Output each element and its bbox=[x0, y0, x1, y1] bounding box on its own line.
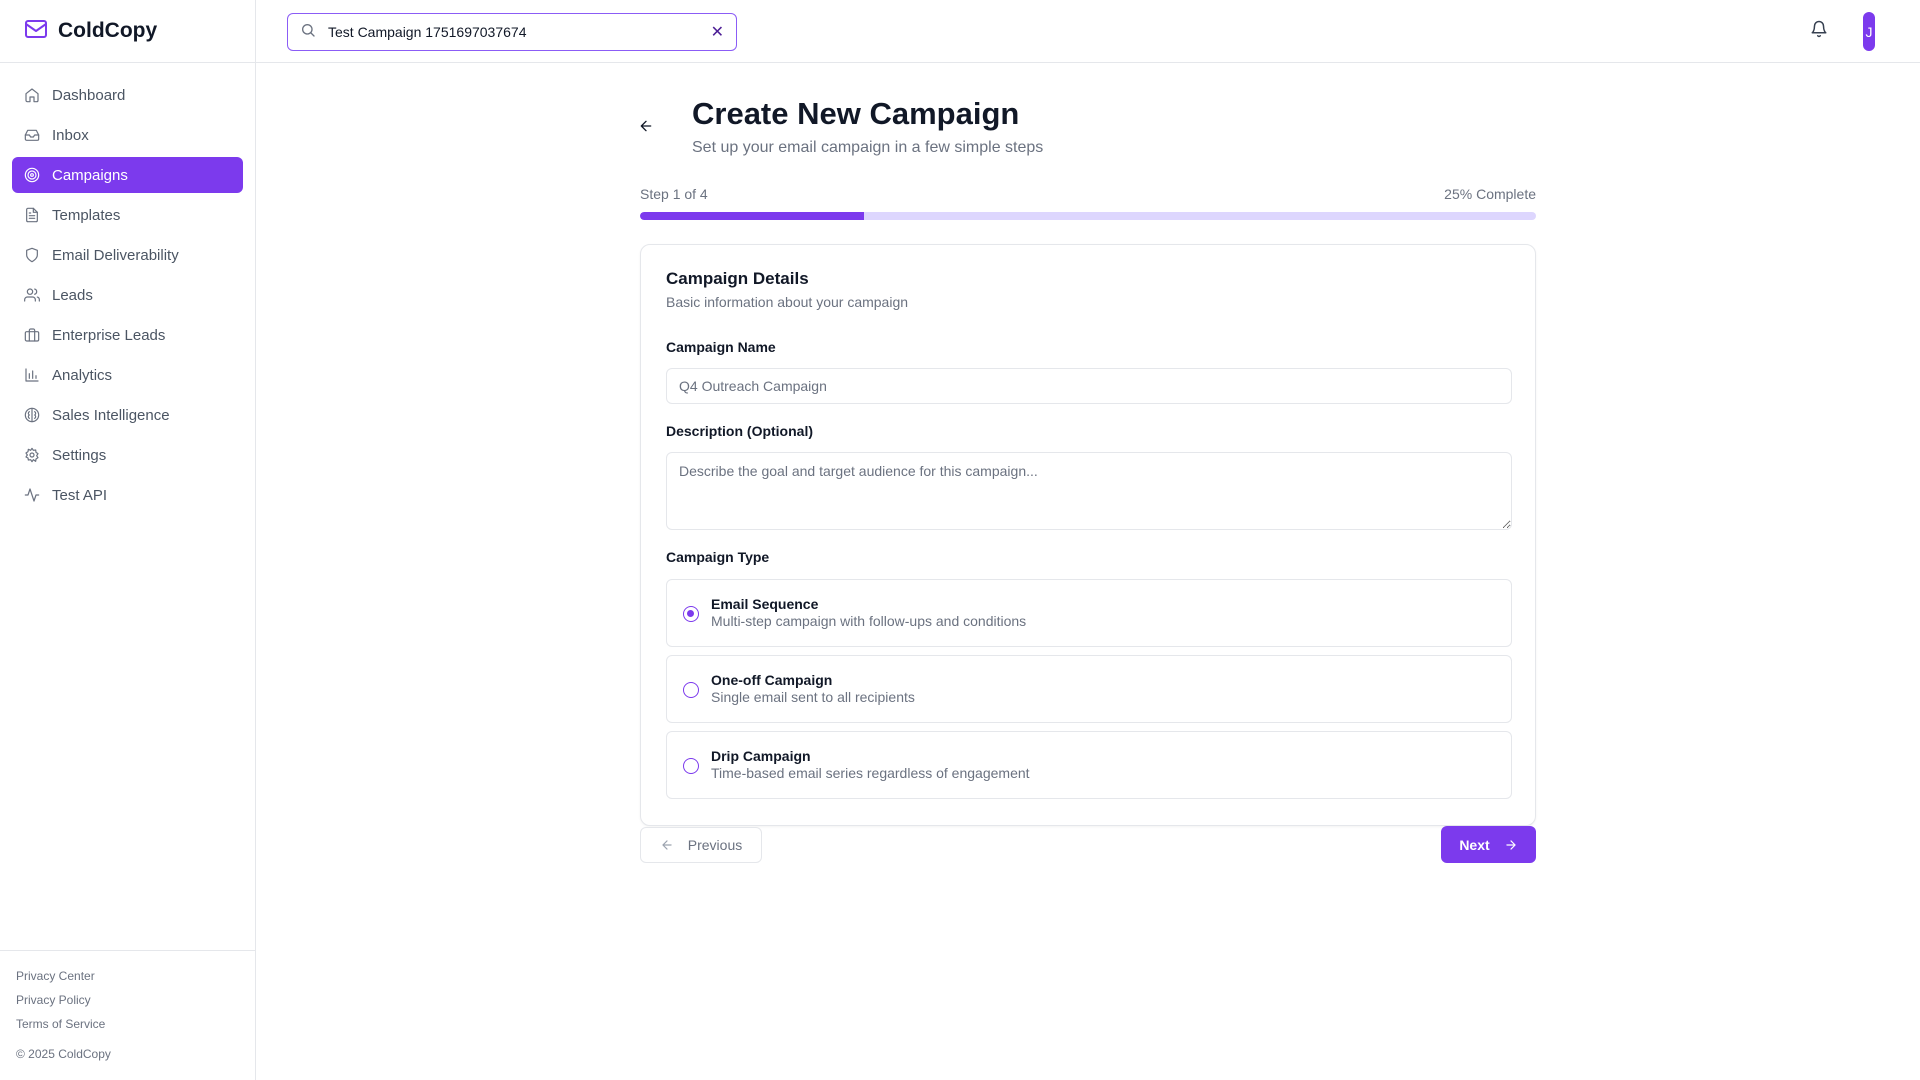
sidebar-item-email-deliverability[interactable]: Email Deliverability bbox=[12, 237, 243, 273]
page-title: Create New Campaign bbox=[692, 96, 1020, 131]
file-text-icon bbox=[26, 207, 38, 223]
brain-icon bbox=[24, 407, 40, 423]
mail-icon bbox=[24, 17, 48, 46]
terms-of-service-link[interactable]: Terms of Service bbox=[16, 1015, 255, 1039]
sidebar-item-test-api[interactable]: Test API bbox=[12, 477, 243, 513]
radio-button[interactable] bbox=[683, 682, 699, 698]
avatar[interactable]: J bbox=[1863, 12, 1875, 51]
option-title: One-off Campaign bbox=[711, 672, 833, 688]
top-bar: ✕ J bbox=[256, 0, 1920, 63]
campaign-details-card: Campaign Details Basic information about… bbox=[640, 244, 1536, 826]
sidebar-item-label: Dashboard bbox=[52, 86, 126, 104]
back-button[interactable] bbox=[638, 118, 662, 142]
campaign-type-option-drip[interactable]: Drip Campaign Time-based email series re… bbox=[666, 731, 1512, 799]
progress-bar bbox=[640, 212, 1536, 220]
sidebar-item-enterprise-leads[interactable]: Enterprise Leads bbox=[12, 317, 243, 353]
main-content: Create New Campaign Set up your email ca… bbox=[256, 64, 1920, 1080]
search-box: ✕ bbox=[287, 13, 737, 51]
previous-label: Previous bbox=[687, 837, 743, 853]
target-icon bbox=[24, 167, 40, 183]
option-description: Single email sent to all recipients bbox=[711, 689, 915, 705]
home-icon bbox=[25, 88, 39, 103]
sidebar-item-inbox[interactable]: Inbox bbox=[12, 117, 243, 153]
shield-icon bbox=[26, 247, 38, 263]
radio-button[interactable] bbox=[683, 606, 699, 622]
progress-fill bbox=[640, 212, 864, 220]
page-subtitle: Set up your email campaign in a few simp… bbox=[692, 139, 1044, 156]
campaign-type-label: Campaign Type bbox=[666, 549, 770, 565]
gear-icon bbox=[25, 447, 39, 463]
sidebar-nav: Dashboard Inbox Campaigns Templates Emai… bbox=[0, 63, 255, 513]
campaign-type-option-one-off[interactable]: One-off Campaign Single email sent to al… bbox=[666, 655, 1512, 723]
users-icon bbox=[24, 288, 40, 302]
progress-percent: 25% Complete bbox=[1444, 186, 1536, 202]
arrow-left-icon bbox=[662, 840, 672, 850]
privacy-center-link[interactable]: Privacy Center bbox=[16, 967, 255, 991]
sidebar-item-sales-intelligence[interactable]: Sales Intelligence bbox=[12, 397, 243, 433]
sidebar-item-analytics[interactable]: Analytics bbox=[12, 357, 243, 393]
next-label: Next bbox=[1459, 836, 1490, 853]
campaign-name-input[interactable] bbox=[666, 368, 1512, 404]
option-title: Drip Campaign bbox=[711, 748, 811, 764]
sidebar: ColdCopy Dashboard Inbox Campaigns Templ… bbox=[0, 0, 256, 1080]
progress-info: Step 1 of 4 25% Complete bbox=[640, 186, 1536, 204]
privacy-policy-link[interactable]: Privacy Policy bbox=[16, 991, 255, 1015]
sidebar-item-label: Sales Intelligence bbox=[52, 406, 170, 424]
next-button[interactable]: Next bbox=[1441, 826, 1536, 863]
card-title: Campaign Details bbox=[666, 269, 809, 288]
sidebar-item-label: Inbox bbox=[52, 126, 89, 144]
brand[interactable]: ColdCopy bbox=[0, 0, 255, 63]
bell-icon bbox=[1811, 20, 1827, 38]
activity-icon bbox=[24, 488, 40, 502]
description-label: Description (Optional) bbox=[666, 423, 813, 439]
campaign-type-option-email-sequence[interactable]: Email Sequence Multi-step campaign with … bbox=[666, 579, 1512, 647]
search-icon bbox=[300, 22, 316, 43]
sidebar-footer: Privacy Center Privacy Policy Terms of S… bbox=[0, 950, 255, 1080]
previous-button[interactable]: Previous bbox=[640, 827, 762, 863]
bar-chart-icon bbox=[25, 368, 39, 382]
campaign-name-label: Campaign Name bbox=[666, 339, 776, 355]
inbox-icon bbox=[24, 129, 40, 141]
sidebar-item-label: Email Deliverability bbox=[52, 246, 179, 264]
option-description: Time-based email series regardless of en… bbox=[711, 765, 1030, 781]
sidebar-item-settings[interactable]: Settings bbox=[12, 437, 243, 473]
clear-search-icon[interactable]: ✕ bbox=[711, 22, 724, 42]
sidebar-item-label: Test API bbox=[52, 486, 108, 504]
option-description: Multi-step campaign with follow-ups and … bbox=[711, 613, 1027, 629]
step-indicator: Step 1 of 4 bbox=[640, 186, 708, 202]
sidebar-item-label: Leads bbox=[52, 286, 93, 304]
brand-name: ColdCopy bbox=[58, 19, 158, 42]
notifications-button[interactable] bbox=[1810, 20, 1832, 42]
sidebar-item-dashboard[interactable]: Dashboard bbox=[12, 77, 243, 113]
description-textarea[interactable] bbox=[666, 452, 1512, 530]
sidebar-item-campaigns[interactable]: Campaigns bbox=[12, 157, 243, 193]
arrow-left-icon bbox=[640, 120, 652, 132]
copyright: © 2025 ColdCopy bbox=[16, 1047, 111, 1061]
search-input[interactable] bbox=[328, 24, 711, 40]
sidebar-item-label: Templates bbox=[52, 206, 121, 224]
arrow-right-icon bbox=[1506, 839, 1516, 850]
sidebar-item-label: Settings bbox=[52, 446, 107, 464]
card-subtitle: Basic information about your campaign bbox=[666, 294, 909, 310]
briefcase-icon bbox=[24, 328, 40, 342]
sidebar-item-templates[interactable]: Templates bbox=[12, 197, 243, 233]
option-title: Email Sequence bbox=[711, 596, 819, 612]
sidebar-item-label: Campaigns bbox=[52, 166, 128, 184]
sidebar-item-leads[interactable]: Leads bbox=[12, 277, 243, 313]
radio-button[interactable] bbox=[683, 758, 699, 774]
sidebar-item-label: Analytics bbox=[52, 366, 113, 384]
sidebar-item-label: Enterprise Leads bbox=[52, 326, 166, 344]
